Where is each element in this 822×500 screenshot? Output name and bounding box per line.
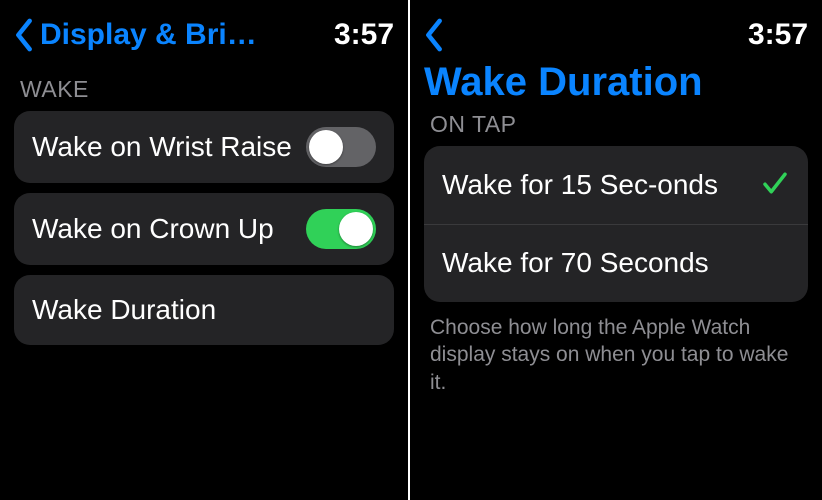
wake-duration-label: Wake Duration bbox=[32, 294, 216, 326]
clock-time: 3:57 bbox=[748, 18, 808, 52]
option-wake-15-seconds[interactable]: Wake for 15 Sec-onds bbox=[424, 146, 808, 224]
clock-time: 3:57 bbox=[334, 18, 394, 52]
wake-duration-row[interactable]: Wake Duration bbox=[14, 275, 394, 345]
option-label: Wake for 15 Sec-onds bbox=[442, 169, 718, 201]
display-brightness-screen: Display & Bri… 3:57 WAKE Wake on Wrist R… bbox=[0, 0, 410, 500]
header: Display & Bri… 3:57 bbox=[14, 12, 394, 58]
wake-on-crown-up-toggle[interactable] bbox=[306, 209, 376, 249]
option-wake-70-seconds[interactable]: Wake for 70 Seconds bbox=[424, 224, 808, 302]
wake-duration-options: Wake for 15 Sec-onds Wake for 70 Seconds bbox=[424, 146, 808, 302]
checkmark-icon bbox=[760, 168, 790, 203]
wake-on-crown-up-row[interactable]: Wake on Crown Up bbox=[14, 193, 394, 265]
page-title: Wake Duration bbox=[424, 60, 808, 105]
header: 3:57 bbox=[424, 12, 808, 58]
footer-help-text: Choose how long the Apple Watch display … bbox=[430, 314, 802, 396]
option-label: Wake for 70 Seconds bbox=[442, 247, 709, 279]
back-title[interactable]: Display & Bri… bbox=[40, 18, 257, 52]
wake-on-wrist-raise-toggle[interactable] bbox=[306, 127, 376, 167]
section-label-wake: WAKE bbox=[20, 76, 394, 103]
wake-on-wrist-raise-label: Wake on Wrist Raise bbox=[32, 131, 292, 163]
wake-duration-screen: 3:57 Wake Duration ON TAP Wake for 15 Se… bbox=[410, 0, 822, 500]
wake-on-crown-up-label: Wake on Crown Up bbox=[32, 213, 274, 245]
wake-on-wrist-raise-row[interactable]: Wake on Wrist Raise bbox=[14, 111, 394, 183]
back-chevron-icon[interactable] bbox=[424, 18, 444, 52]
back-chevron-icon[interactable] bbox=[14, 18, 34, 52]
section-label-on-tap: ON TAP bbox=[430, 111, 808, 138]
